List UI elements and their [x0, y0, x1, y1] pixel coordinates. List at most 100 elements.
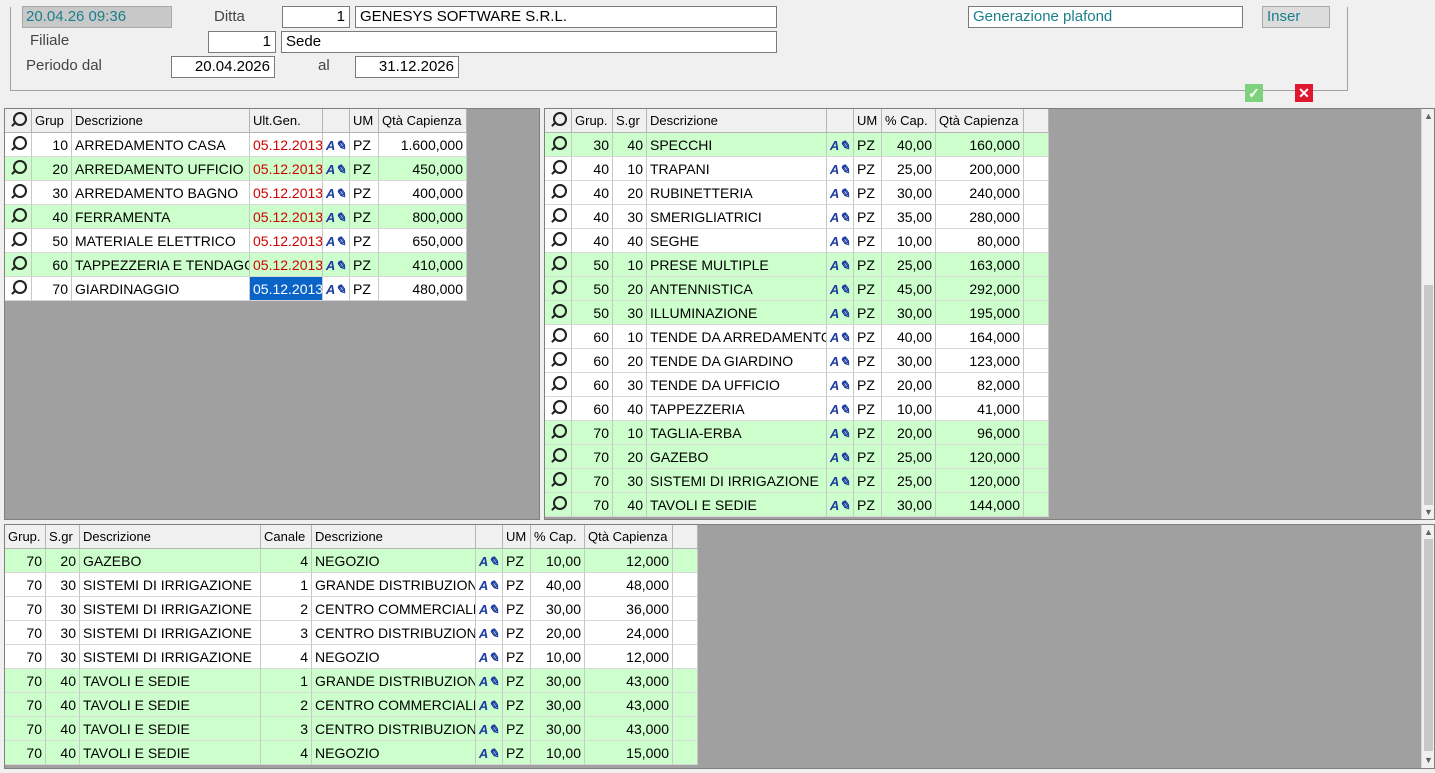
lookup-cell[interactable] — [545, 325, 572, 349]
edit-cell[interactable]: A✎ — [476, 645, 503, 669]
edit-pen-icon[interactable]: A✎ — [830, 446, 850, 468]
lookup-cell[interactable] — [5, 253, 32, 277]
magnifier-icon[interactable] — [550, 304, 567, 320]
magnifier-icon[interactable] — [10, 280, 27, 296]
edit-cell[interactable]: A✎ — [827, 493, 854, 517]
subgroups-scrollbar[interactable]: ▲ ▼ — [1421, 109, 1434, 519]
table-row[interactable]: 70 40 TAVOLI E SEDIE A✎ PZ 30,00 144,000 — [545, 493, 1049, 517]
edit-cell[interactable]: A✎ — [323, 157, 350, 181]
edit-pen-icon[interactable]: A✎ — [830, 254, 850, 276]
scroll-thumb[interactable] — [1424, 285, 1433, 505]
lookup-cell[interactable] — [5, 229, 32, 253]
magnifier-icon[interactable] — [10, 256, 27, 272]
edit-pen-icon[interactable]: A✎ — [830, 158, 850, 180]
edit-cell[interactable]: A✎ — [827, 181, 854, 205]
last-generation-cell[interactable]: 05.12.2013 — [250, 133, 323, 157]
edit-pen-icon[interactable]: A✎ — [326, 182, 346, 204]
table-row[interactable]: 70 20 GAZEBO A✎ PZ 25,00 120,000 — [545, 445, 1049, 469]
lookup-cell[interactable] — [545, 397, 572, 421]
table-row[interactable]: 60 10 TENDE DA ARREDAMENTO A✎ PZ 40,00 164,000 — [545, 325, 1049, 349]
edit-cell[interactable]: A✎ — [323, 253, 350, 277]
table-row[interactable]: 50 20 ANTENNISTICA A✎ PZ 45,00 292,000 — [545, 277, 1049, 301]
edit-cell[interactable]: A✎ — [827, 157, 854, 181]
lookup-cell[interactable] — [5, 205, 32, 229]
magnifier-icon[interactable] — [550, 256, 567, 272]
magnifier-icon[interactable] — [550, 160, 567, 176]
cancel-button[interactable]: ✕ — [1295, 84, 1313, 102]
table-row[interactable]: 40 20 RUBINETTERIA A✎ PZ 30,00 240,000 — [545, 181, 1049, 205]
edit-pen-icon[interactable]: A✎ — [479, 718, 499, 740]
scroll-up-icon[interactable]: ▲ — [1424, 527, 1433, 537]
edit-pen-icon[interactable]: A✎ — [830, 206, 850, 228]
edit-pen-icon[interactable]: A✎ — [479, 598, 499, 620]
edit-cell[interactable]: A✎ — [827, 229, 854, 253]
last-generation-cell[interactable]: 05.12.2013 — [250, 277, 323, 301]
edit-cell[interactable]: A✎ — [827, 133, 854, 157]
magnifier-icon[interactable] — [10, 208, 27, 224]
edit-pen-icon[interactable]: A✎ — [830, 494, 850, 516]
lookup-cell[interactable] — [545, 373, 572, 397]
edit-pen-icon[interactable]: A✎ — [326, 134, 346, 156]
table-row[interactable]: 70 30 SISTEMI DI IRRIGAZIONE 4 NEGOZIO A✎ PZ 10… — [5, 645, 698, 669]
edit-pen-icon[interactable]: A✎ — [326, 230, 346, 252]
table-row[interactable]: 40 30 SMERIGLIATRICI A✎ PZ 35,00 280,000 — [545, 205, 1049, 229]
periodo-from-field[interactable]: 20.04.2026 — [171, 56, 275, 78]
edit-pen-icon[interactable]: A✎ — [830, 278, 850, 300]
magnifier-icon[interactable] — [550, 280, 567, 296]
edit-pen-icon[interactable]: A✎ — [830, 302, 850, 324]
edit-pen-icon[interactable]: A✎ — [326, 206, 346, 228]
edit-cell[interactable]: A✎ — [323, 205, 350, 229]
table-row[interactable]: 50 MATERIALE ELETTRICO 05.12.2013 A✎ PZ 650,0… — [5, 229, 467, 253]
edit-pen-icon[interactable]: A✎ — [479, 694, 499, 716]
lookup-cell[interactable] — [5, 157, 32, 181]
edit-cell[interactable]: A✎ — [827, 469, 854, 493]
scroll-thumb[interactable] — [1424, 539, 1433, 751]
periodo-to-field[interactable]: 31.12.2026 — [355, 56, 459, 78]
lookup-cell[interactable] — [545, 493, 572, 517]
edit-pen-icon[interactable]: A✎ — [479, 574, 499, 596]
lookup-cell[interactable] — [5, 133, 32, 157]
lookup-cell[interactable] — [545, 277, 572, 301]
table-row[interactable]: 70 30 SISTEMI DI IRRIGAZIONE 3 CENTRO DISTRI… — [5, 621, 698, 645]
edit-cell[interactable]: A✎ — [476, 549, 503, 573]
ditta-name-field[interactable]: GENESYS SOFTWARE S.R.L. — [355, 6, 777, 28]
confirm-button[interactable]: ✓ — [1245, 84, 1263, 102]
edit-cell[interactable]: A✎ — [476, 693, 503, 717]
magnifier-icon[interactable] — [550, 376, 567, 392]
last-generation-cell[interactable]: 05.12.2013 — [250, 181, 323, 205]
edit-pen-icon[interactable]: A✎ — [830, 398, 850, 420]
edit-pen-icon[interactable]: A✎ — [830, 422, 850, 444]
table-row[interactable]: 70 30 SISTEMI DI IRRIGAZIONE 1 GRANDE DISTRI… — [5, 573, 698, 597]
lookup-cell[interactable] — [545, 205, 572, 229]
edit-pen-icon[interactable]: A✎ — [479, 742, 499, 764]
magnifier-icon[interactable] — [550, 136, 567, 152]
filiale-code-field[interactable]: 1 — [208, 31, 276, 53]
scroll-down-icon[interactable]: ▼ — [1424, 507, 1433, 517]
magnifier-icon[interactable] — [550, 208, 567, 224]
edit-cell[interactable]: A✎ — [827, 301, 854, 325]
magnifier-icon[interactable] — [10, 136, 27, 152]
lookup-cell[interactable] — [545, 229, 572, 253]
lookup-header[interactable] — [5, 109, 32, 133]
edit-cell[interactable]: A✎ — [476, 597, 503, 621]
last-generation-cell[interactable]: 05.12.2013 — [250, 253, 323, 277]
magnifier-icon[interactable] — [550, 472, 567, 488]
edit-cell[interactable]: A✎ — [827, 445, 854, 469]
edit-cell[interactable]: A✎ — [476, 621, 503, 645]
lookup-cell[interactable] — [545, 157, 572, 181]
magnifier-icon[interactable] — [550, 400, 567, 416]
table-row[interactable]: 40 10 TRAPANI A✎ PZ 25,00 200,000 — [545, 157, 1049, 181]
magnifier-icon[interactable] — [550, 112, 567, 128]
table-row[interactable]: 70 10 TAGLIA-ERBA A✎ PZ 20,00 96,000 — [545, 421, 1049, 445]
magnifier-icon[interactable] — [550, 328, 567, 344]
edit-cell[interactable]: A✎ — [476, 717, 503, 741]
lookup-cell[interactable] — [545, 301, 572, 325]
table-row[interactable]: 70 GIARDINAGGIO 05.12.2013 A✎ PZ 480,000 — [5, 277, 467, 301]
magnifier-icon[interactable] — [550, 424, 567, 440]
table-row[interactable]: 70 40 TAVOLI E SEDIE 3 CENTRO DISTRIBUZIONE A… — [5, 717, 698, 741]
lookup-cell[interactable] — [545, 181, 572, 205]
edit-pen-icon[interactable]: A✎ — [326, 278, 346, 300]
edit-pen-icon[interactable]: A✎ — [830, 182, 850, 204]
edit-pen-icon[interactable]: A✎ — [479, 646, 499, 668]
table-row[interactable]: 70 20 GAZEBO 4 NEGOZIO A✎ PZ 10,00 12,000 — [5, 549, 698, 573]
